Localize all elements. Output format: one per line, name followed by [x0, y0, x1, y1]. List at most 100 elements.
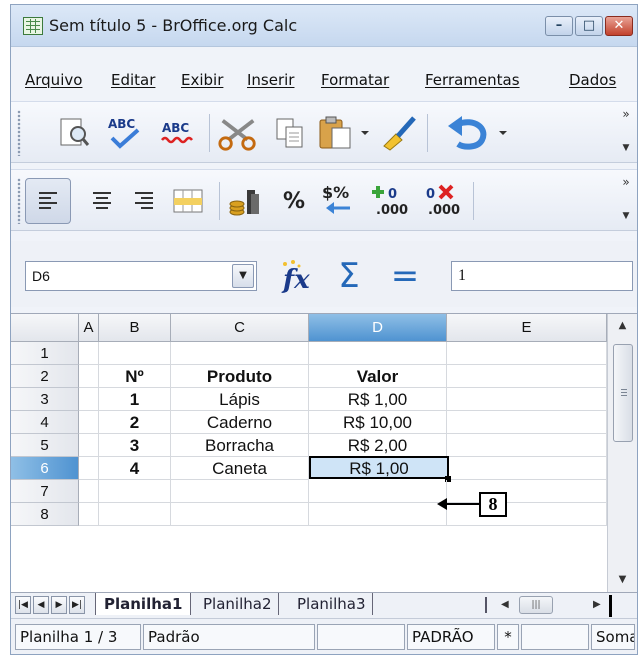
cell-c8[interactable] [171, 503, 309, 526]
name-box-dropdown-icon[interactable]: ▼ [232, 264, 254, 288]
cell-c6[interactable]: Caneta [171, 457, 309, 480]
cell-e3[interactable] [447, 388, 607, 411]
cell-a7[interactable] [79, 480, 99, 503]
row-header-1[interactable]: 1 [11, 342, 79, 365]
spellcheck-icon[interactable]: ABC [103, 112, 145, 154]
toolbar-grip[interactable] [17, 110, 21, 156]
cell-a6[interactable] [79, 457, 99, 480]
function-wizard-icon[interactable]: fx [275, 257, 319, 295]
menu-editar[interactable]: Editar [111, 71, 155, 89]
clone-format-icon[interactable] [377, 112, 419, 154]
sheet-tab-planilha1[interactable]: Planilha1 [95, 593, 192, 615]
sheet-tab-planilha3[interactable]: Planilha3 [291, 593, 373, 615]
row-header-2[interactable]: 2 [11, 365, 79, 388]
delete-decimal-icon[interactable]: 0.000 [421, 180, 463, 222]
cell-d4[interactable]: R$ 10,00 [309, 411, 447, 434]
toolbar-overflow-icon[interactable]: » ▼ [619, 174, 633, 228]
align-right-icon[interactable] [123, 180, 165, 222]
column-header-a[interactable]: A [79, 314, 99, 342]
cell-b6[interactable]: 4 [99, 457, 171, 480]
row-header-8[interactable]: 8 [11, 503, 79, 526]
last-sheet-icon[interactable]: ▶| [69, 596, 85, 614]
cell-e2[interactable] [447, 365, 607, 388]
minimize-button[interactable]: – [545, 16, 573, 36]
merge-cells-icon[interactable] [167, 180, 209, 222]
copy-icon[interactable] [269, 112, 311, 154]
cell-a8[interactable] [79, 503, 99, 526]
row-header-4[interactable]: 4 [11, 411, 79, 434]
status-zoom[interactable] [317, 624, 405, 650]
cell-a1[interactable] [79, 342, 99, 365]
tab-splitter[interactable] [485, 597, 489, 613]
cell-a3[interactable] [79, 388, 99, 411]
cell-c1[interactable] [171, 342, 309, 365]
cell-b7[interactable] [99, 480, 171, 503]
cell-b5[interactable]: 3 [99, 434, 171, 457]
menu-dados[interactable]: Dados [569, 71, 616, 89]
cell-c5[interactable]: Borracha [171, 434, 309, 457]
column-header-c[interactable]: C [171, 314, 309, 342]
formula-input[interactable]: 1 [451, 261, 633, 291]
cell-d3[interactable]: R$ 1,00 [309, 388, 447, 411]
row-header-7[interactable]: 7 [11, 480, 79, 503]
add-decimal-icon[interactable]: 0.000 [369, 180, 411, 222]
vertical-scrollbar[interactable]: ▲ ▼ [607, 314, 637, 593]
cell-b1[interactable] [99, 342, 171, 365]
cell-c3[interactable]: Lápis [171, 388, 309, 411]
menu-ferramentas[interactable]: Ferramentas [425, 71, 520, 89]
paste-dropdown-icon[interactable] [357, 112, 373, 154]
select-all-corner[interactable] [11, 314, 79, 342]
first-sheet-icon[interactable]: |◀ [15, 596, 31, 614]
scroll-thumb[interactable] [613, 344, 633, 442]
horizontal-scrollbar[interactable]: ◀ ||| ▶ [485, 595, 635, 617]
cell-e7[interactable] [447, 480, 607, 503]
status-insert-mode[interactable]: PADRÃO [407, 624, 495, 650]
status-page-style[interactable]: Padrão [143, 624, 315, 650]
cell-a4[interactable] [79, 411, 99, 434]
prev-sheet-icon[interactable]: ◀ [33, 596, 49, 614]
cell-e1[interactable] [447, 342, 607, 365]
menu-exibir[interactable]: Exibir [181, 71, 223, 89]
cell-e6[interactable] [449, 457, 607, 480]
percent-icon[interactable]: % [273, 180, 315, 222]
align-center-icon[interactable] [81, 180, 123, 222]
status-signature[interactable] [521, 624, 589, 650]
cell-e5[interactable] [447, 434, 607, 457]
cell-b3[interactable]: 1 [99, 388, 171, 411]
undo-icon[interactable] [441, 112, 495, 154]
maximize-button[interactable]: □ [575, 16, 603, 36]
cell-e4[interactable] [447, 411, 607, 434]
cell-d5[interactable]: R$ 2,00 [309, 434, 447, 457]
menu-arquivo[interactable]: Arquivo [25, 71, 82, 89]
menu-inserir[interactable]: Inserir [247, 71, 294, 89]
align-left-icon[interactable] [25, 178, 71, 224]
row-header-5[interactable]: 5 [11, 434, 79, 457]
column-header-d[interactable]: D [309, 314, 447, 342]
cell-c7[interactable] [171, 480, 309, 503]
autospellcheck-icon[interactable]: ABC [157, 112, 199, 154]
sheet-tab-planilha2[interactable]: Planilha2 [197, 593, 279, 615]
scroll-right-icon[interactable]: ▶ [593, 595, 609, 615]
currency-icon[interactable] [223, 180, 265, 222]
column-header-b[interactable]: B [99, 314, 171, 342]
cell-d8[interactable] [309, 503, 447, 526]
cell-d1[interactable] [309, 342, 447, 365]
cell-c2[interactable]: Produto [171, 365, 309, 388]
paste-icon[interactable] [315, 112, 357, 154]
row-header-3[interactable]: 3 [11, 388, 79, 411]
next-sheet-icon[interactable]: ▶ [51, 596, 67, 614]
toolbar-grip[interactable] [17, 178, 21, 224]
cell-b4[interactable]: 2 [99, 411, 171, 434]
page-preview-icon[interactable] [53, 112, 95, 154]
row-header-6[interactable]: 6 [11, 457, 79, 480]
close-button[interactable]: ✕ [605, 16, 633, 36]
cell-a5[interactable] [79, 434, 99, 457]
cut-icon[interactable] [217, 112, 259, 154]
cell-d6-selected[interactable]: R$ 1,00 [309, 456, 449, 479]
cell-d7[interactable] [309, 480, 447, 503]
column-header-e[interactable]: E [447, 314, 607, 342]
name-box[interactable]: D6 ▼ [25, 261, 257, 291]
scroll-left-icon[interactable]: ◀ [501, 595, 517, 615]
cell-b2[interactable]: Nº [99, 365, 171, 388]
cell-b8[interactable] [99, 503, 171, 526]
